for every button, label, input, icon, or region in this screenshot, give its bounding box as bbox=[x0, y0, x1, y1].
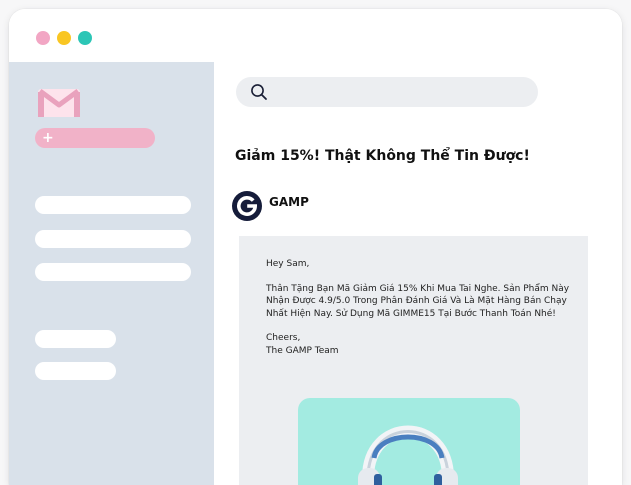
compose-button[interactable]: + bbox=[35, 128, 155, 148]
product-image bbox=[298, 398, 520, 485]
gmail-icon[interactable] bbox=[37, 88, 81, 118]
email-message: Hey Sam, Thân Tặng Bạn Mã Giảm Giá 15% K… bbox=[266, 258, 576, 358]
sidebar-item-placeholder[interactable] bbox=[35, 263, 191, 281]
sidebar: + bbox=[9, 62, 214, 485]
sidebar-item-placeholder[interactable] bbox=[35, 230, 191, 248]
email-paragraph: Thân Tặng Bạn Mã Giảm Giá 15% Khi Mua Ta… bbox=[266, 283, 570, 319]
sidebar-item-placeholder[interactable] bbox=[35, 362, 116, 380]
email-body: Hey Sam, Thân Tặng Bạn Mã Giảm Giá 15% K… bbox=[239, 236, 588, 485]
sidebar-item-placeholder[interactable] bbox=[35, 330, 116, 348]
gamp-logo-icon bbox=[232, 191, 262, 221]
maximize-window-button[interactable] bbox=[78, 31, 92, 45]
email-signoff: Cheers, bbox=[266, 333, 301, 344]
headphones-icon bbox=[358, 425, 458, 485]
close-window-button[interactable] bbox=[36, 31, 50, 45]
sidebar-item-placeholder[interactable] bbox=[35, 196, 191, 214]
sender-name: GAMP bbox=[269, 195, 309, 209]
app-window: + Giảm 15%! Thật Không Thể Tin Được! GAM… bbox=[9, 9, 622, 485]
title-bar bbox=[9, 9, 622, 62]
minimize-window-button[interactable] bbox=[57, 31, 71, 45]
plus-icon: + bbox=[42, 130, 54, 146]
email-signature: The GAMP Team bbox=[266, 345, 339, 356]
email-subject: Giảm 15%! Thật Không Thể Tin Được! bbox=[235, 148, 530, 164]
search-input[interactable] bbox=[236, 77, 538, 107]
email-greeting: Hey Sam, bbox=[266, 259, 310, 269]
search-icon bbox=[251, 84, 267, 100]
